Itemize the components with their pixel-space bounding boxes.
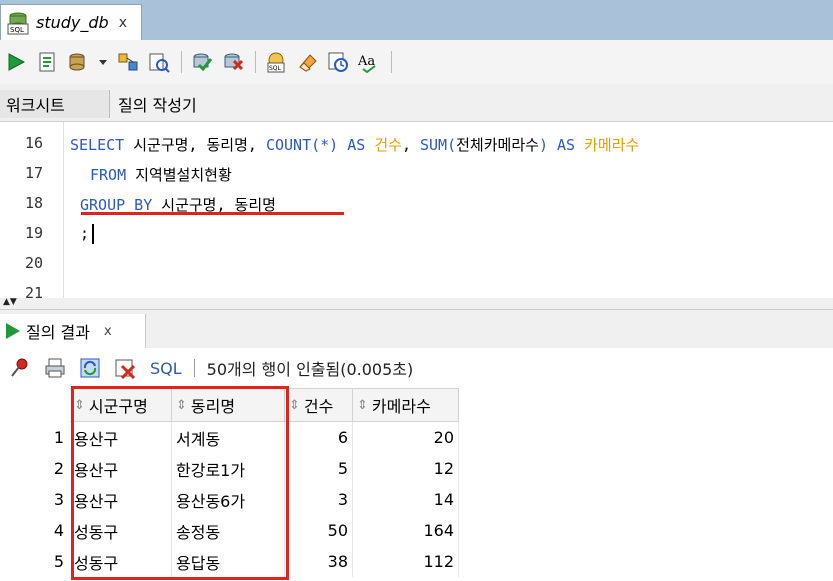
unshared-sql-worksheet-icon[interactable]: SQL	[264, 50, 288, 74]
close-tab-icon[interactable]: x	[119, 15, 127, 31]
table-name: 지역별설치현황	[126, 166, 232, 184]
sql-editor[interactable]: 16 17 18 19 20 21 SELECT 시군구명, 동리명, COUN…	[0, 122, 833, 298]
cell-cameras[interactable]: 112	[353, 546, 459, 577]
column-header-label: 카메라수	[371, 397, 431, 416]
keyword-select: SELECT	[70, 136, 125, 154]
run-statement-icon[interactable]	[4, 50, 28, 74]
code-line-19: ;	[80, 224, 95, 244]
print-icon[interactable]	[43, 356, 67, 380]
red-annotation-box	[71, 386, 289, 580]
document-tab-title: study_db	[36, 13, 109, 32]
row-number-header	[0, 388, 70, 422]
sql-tuning-icon[interactable]	[147, 50, 171, 74]
cell-cameras[interactable]: 164	[353, 515, 459, 546]
explain-plan-icon[interactable]	[116, 50, 140, 74]
row-number: 5	[53, 552, 64, 571]
code-line-16: SELECT 시군구명, 동리명, COUNT(*) AS 건수, SUM(전체…	[70, 134, 639, 155]
clear-eraser-icon[interactable]	[295, 50, 319, 74]
line-number-gutter: 16 17 18 19 20 21	[0, 122, 64, 298]
line-number: 18	[24, 194, 43, 212]
document-tab-bar: SQL study_db x	[0, 0, 833, 40]
rollback-icon[interactable]	[221, 50, 245, 74]
sql-history-icon[interactable]	[326, 50, 350, 74]
row-number: 4	[53, 521, 64, 540]
results-toolbar: SQL 50개의 행이 인출됨(0.005초)	[0, 348, 833, 388]
cell-count[interactable]: 38	[285, 546, 353, 577]
cell-count[interactable]: 3	[285, 484, 353, 515]
autotrace-icon[interactable]	[66, 50, 90, 74]
cell-cameras[interactable]: 20	[353, 422, 459, 453]
cell-count[interactable]: 50	[285, 515, 353, 546]
toolbar-separator	[255, 51, 256, 73]
tab-worksheet[interactable]: 워크시트	[0, 90, 110, 118]
line-number: 17	[24, 164, 43, 182]
row-number: 1	[53, 428, 64, 447]
svg-text:SQL: SQL	[269, 65, 282, 72]
keyword-from: FROM	[90, 166, 127, 184]
close-tab-icon[interactable]: x	[104, 324, 112, 339]
cell-count[interactable]: 6	[285, 422, 353, 453]
cell-cameras[interactable]: 14	[353, 484, 459, 515]
row-number: 3	[53, 490, 64, 509]
column-header-label: 건수	[303, 397, 334, 416]
cell-cameras[interactable]: 12	[353, 453, 459, 484]
cancel-query-icon[interactable]	[113, 356, 137, 380]
semicolon: ;	[80, 224, 90, 243]
tab-query-builder[interactable]: 질의 작성기	[118, 90, 197, 118]
change-case-icon[interactable]: Aa	[357, 50, 381, 74]
editor-mode-tabs: 워크시트 질의 작성기	[0, 84, 833, 122]
sum-close-paren: )	[538, 136, 548, 154]
results-tab-bar: 질의 결과 x	[0, 310, 833, 348]
keyword-as: AS	[547, 136, 585, 154]
line-number: 19	[24, 224, 43, 242]
sql-database-icon: SQL	[7, 11, 29, 35]
code-line-17: FROM 지역별설치현황	[90, 164, 232, 185]
sort-icon[interactable]: ⇕	[357, 398, 368, 413]
toolbar-separator	[391, 51, 392, 73]
alias-count: 건수	[374, 136, 402, 154]
sum-argument: 전체카메라수	[456, 136, 539, 154]
alias-cameras: 카메라수	[584, 136, 640, 154]
line-number: 16	[24, 134, 43, 152]
cell-count[interactable]: 5	[285, 453, 353, 484]
keyword-as: AS	[338, 136, 375, 154]
run-script-icon[interactable]	[35, 50, 59, 74]
function-count: COUNT(*)	[265, 136, 339, 154]
column-header-cameras[interactable]: ⇕ 카메라수	[353, 388, 459, 422]
commit-icon[interactable]	[190, 50, 214, 74]
comma: ,	[401, 136, 420, 154]
function-sum: SUM(	[420, 136, 457, 154]
splitter-arrows-icon[interactable]: ▲▼	[3, 297, 17, 307]
red-annotation-underline	[81, 212, 344, 215]
pane-splitter[interactable]: ▲▼	[0, 297, 833, 310]
line-number: 21	[24, 284, 43, 298]
dropdown-arrow-icon[interactable]	[97, 50, 109, 74]
toolbar-separator	[193, 359, 195, 377]
tab-query-result[interactable]: 질의 결과 x	[0, 314, 146, 348]
document-tab-study-db[interactable]: SQL study_db x	[0, 4, 142, 40]
refresh-icon[interactable]	[78, 356, 102, 380]
play-icon	[6, 323, 20, 339]
fetch-status-text: 50개의 행이 인출됨(0.005초)	[206, 360, 414, 379]
line-number: 20	[24, 254, 43, 272]
select-columns: 시군구명, 동리명,	[124, 136, 266, 154]
column-header-count[interactable]: ⇕ 건수	[285, 388, 353, 422]
sort-icon[interactable]: ⇕	[289, 398, 300, 413]
pin-icon[interactable]	[8, 356, 32, 380]
sql-button[interactable]: SQL	[150, 359, 182, 378]
results-tab-label: 질의 결과	[26, 323, 90, 342]
svg-text:SQL: SQL	[10, 26, 24, 34]
toolbar-separator	[181, 51, 182, 73]
row-number: 2	[53, 459, 64, 478]
worksheet-toolbar: SQL Aa	[0, 40, 833, 84]
text-cursor	[92, 224, 95, 244]
